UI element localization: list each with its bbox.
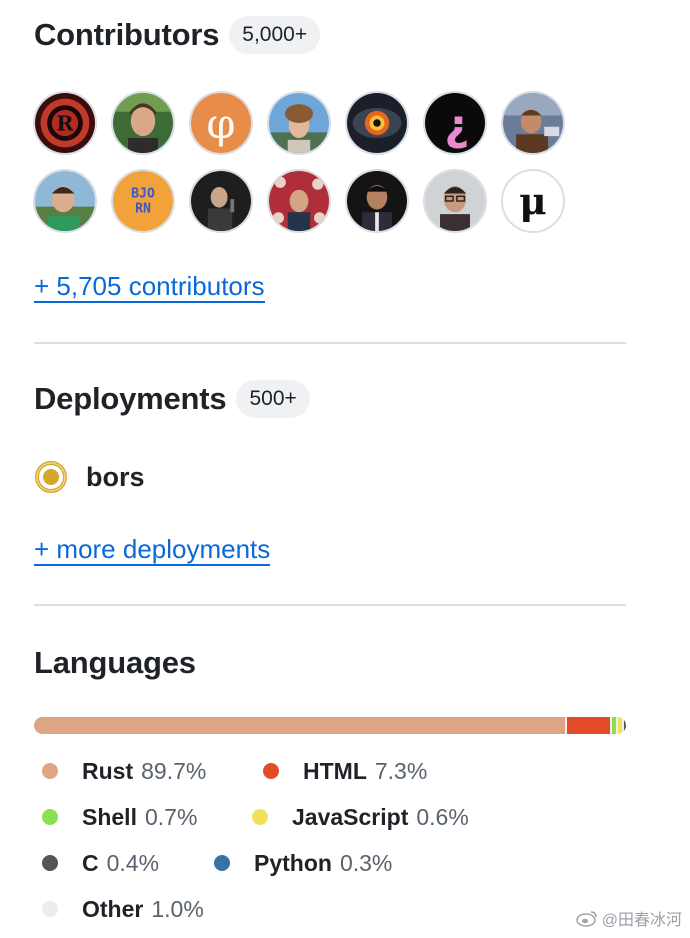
languages-progress-bar bbox=[34, 717, 626, 734]
languages-row: C 0.4% Python 0.3% bbox=[42, 840, 469, 886]
deployments-section: Deployments 500+ bbox=[34, 380, 626, 418]
contributor-avatar[interactable] bbox=[267, 169, 331, 233]
section-divider bbox=[34, 342, 626, 344]
language-name: C bbox=[82, 849, 99, 876]
avatar-row-1: R φ ¿ bbox=[33, 91, 593, 155]
languages-row: Rust 89.7% HTML 7.3% bbox=[42, 748, 469, 794]
watermark: @田春冰河 bbox=[576, 906, 682, 930]
language-item-html[interactable]: HTML 7.3% bbox=[263, 758, 427, 785]
contributors-section: Contributors 5,000+ bbox=[34, 16, 626, 54]
contributor-avatar[interactable] bbox=[501, 91, 565, 155]
deployment-status-icon bbox=[35, 461, 67, 493]
contributor-avatar[interactable] bbox=[189, 169, 253, 233]
svg-text:μ: μ bbox=[519, 179, 546, 223]
svg-text:RN: RN bbox=[135, 201, 151, 216]
language-color-dot bbox=[214, 855, 230, 871]
language-name: Shell bbox=[82, 803, 137, 830]
deployments-more-wrapper: + more deployments bbox=[34, 535, 271, 566]
svg-text:R: R bbox=[56, 112, 74, 136]
language-name: Python bbox=[254, 849, 332, 876]
svg-text:¿: ¿ bbox=[444, 101, 469, 151]
language-percent: 7.3% bbox=[374, 757, 428, 784]
language-name: JavaScript bbox=[292, 803, 409, 830]
language-percent: 1.0% bbox=[151, 895, 204, 922]
contributors-title[interactable]: Contributors bbox=[34, 17, 219, 53]
deployment-item[interactable]: bors bbox=[34, 460, 145, 494]
contributors-count-badge: 5,000+ bbox=[229, 16, 321, 54]
repo-sidebar: Contributors 5,000+ R φ ¿ BJO RN μ + 5,7… bbox=[0, 0, 690, 938]
deployments-title[interactable]: Deployments bbox=[34, 381, 227, 417]
language-percent: 0.7% bbox=[144, 803, 198, 830]
svg-text:φ: φ bbox=[207, 100, 236, 148]
languages-title: Languages bbox=[34, 645, 196, 680]
language-color-dot bbox=[42, 901, 58, 917]
language-name: Rust bbox=[82, 757, 134, 784]
language-bar-segment bbox=[618, 717, 622, 734]
languages-row: Other 1.0% bbox=[42, 886, 469, 932]
contributor-avatar[interactable]: BJO RN bbox=[111, 169, 175, 233]
language-item-python[interactable]: Python 0.3% bbox=[214, 850, 392, 877]
contributors-avatars: R φ ¿ BJO RN μ bbox=[33, 91, 593, 247]
language-bar-segment bbox=[567, 717, 611, 734]
weibo-icon bbox=[576, 911, 597, 927]
contributor-avatar[interactable] bbox=[345, 169, 409, 233]
contributor-avatar[interactable] bbox=[111, 91, 175, 155]
svg-text:BJO: BJO bbox=[131, 186, 155, 201]
deployments-header: Deployments 500+ bbox=[34, 380, 626, 418]
avatar-row-2: BJO RN μ bbox=[33, 169, 593, 233]
language-color-dot bbox=[42, 763, 58, 779]
watermark-text: @田春冰河 bbox=[601, 912, 682, 929]
language-percent: 0.3% bbox=[339, 849, 393, 876]
languages-row: Shell 0.7% JavaScript 0.6% bbox=[42, 794, 469, 840]
language-item-shell[interactable]: Shell 0.7% bbox=[42, 804, 252, 831]
languages-header: Languages bbox=[34, 645, 626, 681]
language-color-dot bbox=[263, 763, 279, 779]
contributor-avatar[interactable] bbox=[423, 169, 487, 233]
contributor-avatar[interactable]: φ bbox=[189, 91, 253, 155]
contributor-avatar[interactable] bbox=[267, 91, 331, 155]
language-color-dot bbox=[252, 809, 268, 825]
contributor-avatar[interactable] bbox=[345, 91, 409, 155]
contributors-more-wrapper: + 5,705 contributors bbox=[34, 272, 265, 303]
contributor-avatar[interactable]: μ bbox=[501, 169, 565, 233]
language-bar-segment bbox=[612, 717, 617, 734]
section-divider bbox=[34, 604, 626, 606]
language-percent: 0.4% bbox=[106, 849, 160, 876]
contributors-header: Contributors 5,000+ bbox=[34, 16, 626, 54]
language-bar-segment bbox=[623, 717, 626, 734]
deployments-count-badge: 500+ bbox=[236, 380, 310, 418]
language-color-dot bbox=[42, 855, 58, 871]
contributor-avatar[interactable]: ¿ bbox=[423, 91, 487, 155]
languages-legend: Rust 89.7% HTML 7.3% Shell 0.7% JavaScri… bbox=[42, 748, 469, 932]
language-percent: 89.7% bbox=[141, 757, 207, 784]
contributor-avatar[interactable] bbox=[33, 169, 97, 233]
language-bar-segment bbox=[34, 717, 566, 734]
language-item-javascript[interactable]: JavaScript 0.6% bbox=[252, 804, 469, 831]
language-item-rust[interactable]: Rust 89.7% bbox=[42, 758, 263, 785]
more-contributors-link[interactable]: + 5,705 contributors bbox=[34, 272, 265, 303]
more-deployments-link[interactable]: + more deployments bbox=[34, 535, 271, 566]
language-name: Other bbox=[82, 895, 144, 922]
language-item-other: Other 1.0% bbox=[42, 896, 204, 923]
language-percent: 0.6% bbox=[416, 803, 469, 830]
language-item-c[interactable]: C 0.4% bbox=[42, 850, 214, 877]
language-color-dot bbox=[42, 809, 58, 825]
languages-section: Languages bbox=[34, 645, 626, 681]
language-name: HTML bbox=[303, 757, 367, 784]
contributor-avatar[interactable]: R bbox=[33, 91, 97, 155]
deployment-name: bors bbox=[86, 461, 145, 492]
